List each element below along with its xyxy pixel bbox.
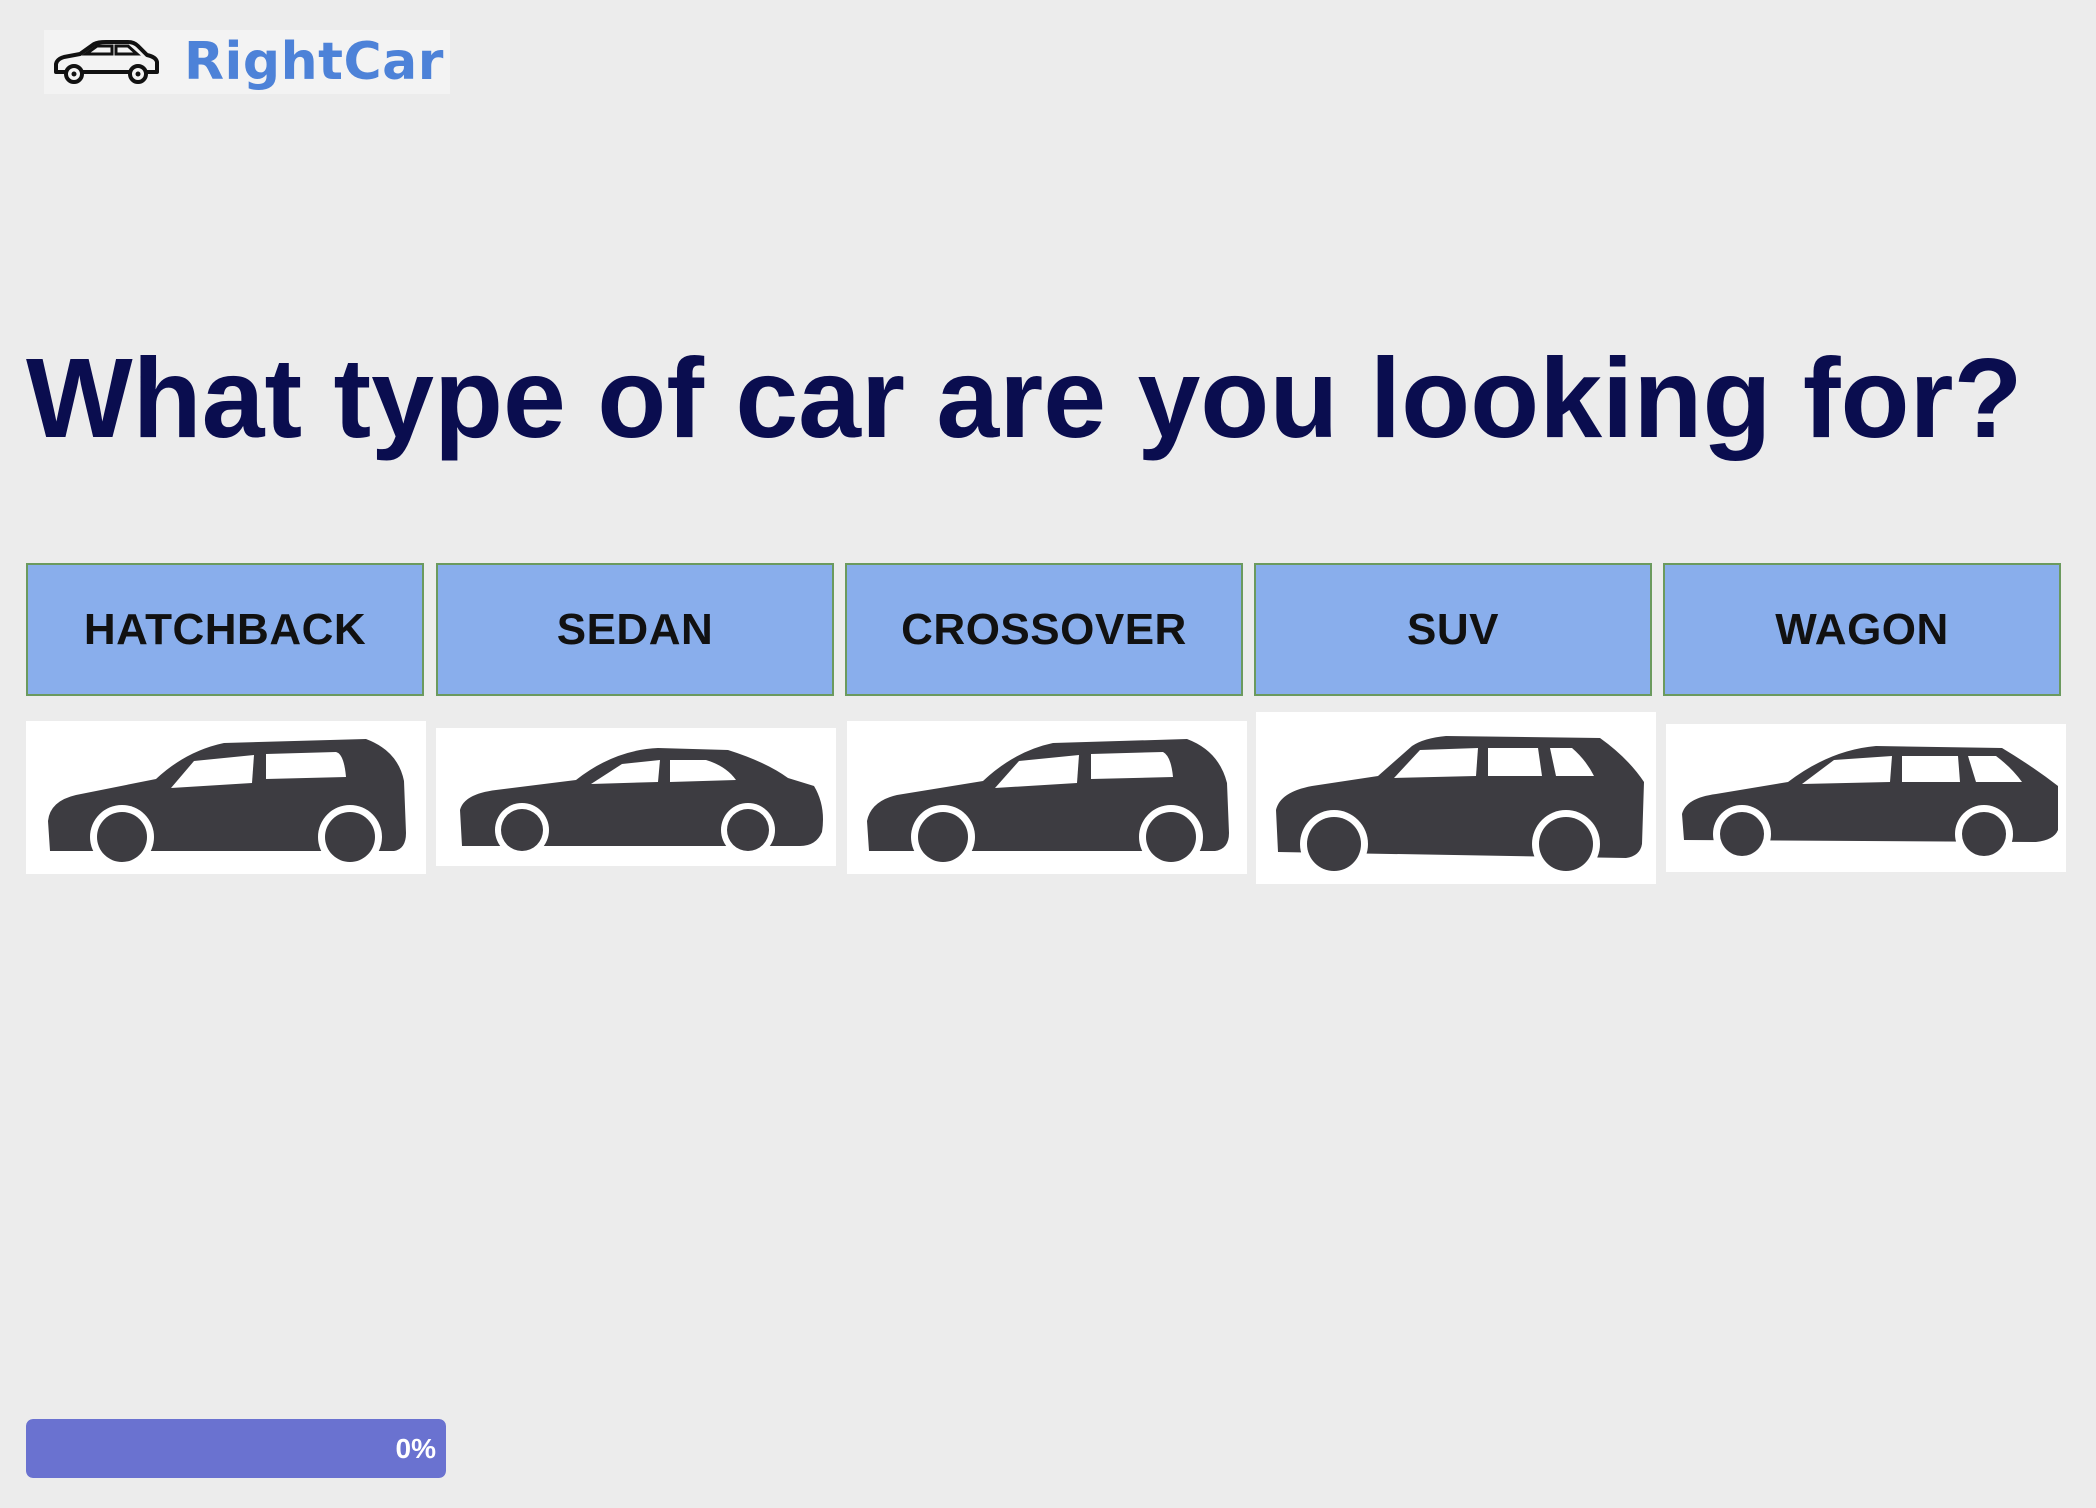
wagon-button[interactable]: WAGON xyxy=(1663,563,2061,696)
crossover-car-icon xyxy=(867,739,1229,869)
question-title: What type of car are you looking for? xyxy=(26,335,2023,461)
hatchback-image[interactable] xyxy=(26,721,426,874)
hatchback-button[interactable]: HATCHBACK xyxy=(26,563,424,696)
suv-car-icon xyxy=(1276,736,1644,878)
wagon-image[interactable] xyxy=(1666,724,2066,872)
car-outline-icon xyxy=(54,40,159,84)
hatchback-car-icon xyxy=(48,739,406,869)
wagon-car-icon xyxy=(1682,746,2058,863)
progress-label: 0% xyxy=(395,1432,436,1464)
brand-name: RightCar xyxy=(184,32,444,92)
progress-fill xyxy=(26,1419,446,1478)
sedan-button[interactable]: SEDAN xyxy=(436,563,834,696)
crossover-image[interactable] xyxy=(847,721,1247,874)
sedan-car-icon xyxy=(460,748,823,857)
sedan-image[interactable] xyxy=(436,728,836,866)
suv-image[interactable] xyxy=(1256,712,1656,884)
suv-button[interactable]: SUV xyxy=(1254,563,1652,696)
brand-logo[interactable]: RightCar xyxy=(44,30,450,94)
crossover-button[interactable]: CROSSOVER xyxy=(845,563,1243,696)
progress-bar: 0% xyxy=(26,1419,446,1478)
